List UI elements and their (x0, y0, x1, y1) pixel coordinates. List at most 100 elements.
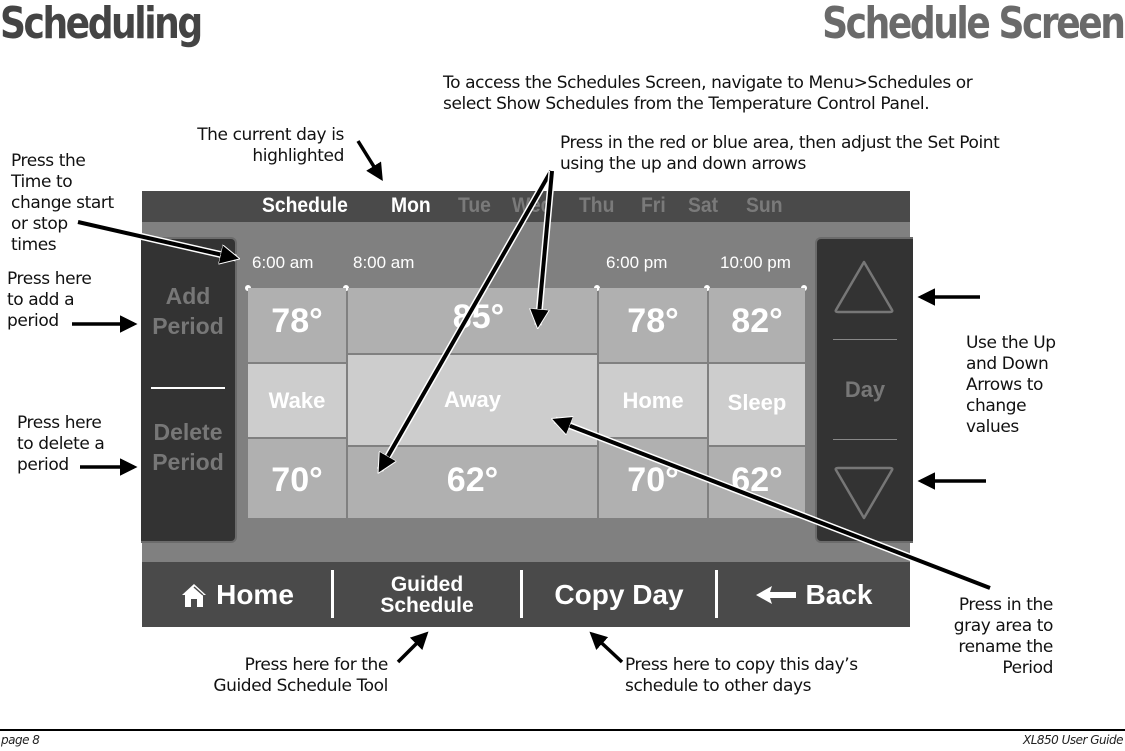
period-time-home[interactable]: 6:00 pm (606, 253, 667, 273)
note-line: Press in the (958, 595, 1054, 615)
home-button[interactable]: Home (142, 562, 332, 627)
thermostat-schedule-screen: Schedule Mon Tue Wed Thu Fri Sat Sun Add… (141, 191, 913, 627)
day-tab-sun[interactable]: Sun (746, 194, 782, 218)
period-name-sleep[interactable]: Sleep (709, 364, 805, 445)
note-line: Period (1002, 658, 1053, 678)
note-rename: Press in the gray area to rename the Per… (930, 595, 1054, 679)
note-line: The current day is (197, 125, 344, 145)
note-line: or stop (11, 214, 68, 234)
note-arrows: Use the Up and Down Arrows to change val… (966, 333, 1056, 438)
period-time-away[interactable]: 8:00 am (353, 253, 414, 273)
divider (833, 439, 897, 440)
heat-setpoint-sleep[interactable]: 82° (709, 288, 805, 362)
note-line: times (11, 235, 57, 255)
arrow-left-icon (755, 585, 796, 604)
divider (151, 387, 225, 389)
back-button[interactable]: Back (718, 562, 910, 627)
period-time-sleep[interactable]: 10:00 pm (720, 253, 791, 273)
day-tab-wed[interactable]: Wed (512, 194, 552, 218)
note-line: period (7, 311, 59, 331)
note-line: to delete a (17, 434, 105, 454)
note-line: change (966, 396, 1027, 416)
back-label: Back (805, 578, 873, 610)
page-title-topic: Schedule Screen (821, 0, 1125, 49)
heat-setpoint-wake[interactable]: 78° (248, 288, 346, 362)
cool-setpoint-sleep[interactable]: 62° (709, 447, 805, 518)
note-line: Guided Schedule Tool (213, 676, 388, 696)
note-line: Press here for the (244, 655, 389, 675)
day-tab-thu[interactable]: Thu (579, 194, 614, 218)
note-line: select Show Schedules from the Temperatu… (443, 94, 930, 114)
day-tab-tue[interactable]: Tue (458, 194, 491, 218)
note-line: Time to (11, 172, 73, 192)
period-name-home[interactable]: Home (599, 364, 707, 437)
note-set-point: Press in the red or blue area, then adju… (560, 133, 1000, 175)
note-current-day: The current day is highlighted (170, 125, 344, 167)
period-name-wake[interactable]: Wake (248, 364, 346, 437)
period-time-wake[interactable]: 6:00 am (252, 253, 313, 273)
note-access: To access the Schedules Screen, navigate… (443, 73, 973, 115)
footer-rule (0, 729, 1125, 731)
day-selector-label[interactable]: Day (817, 375, 913, 405)
guided-label: Schedule (380, 593, 474, 617)
guided-schedule-button[interactable]: Guided Schedule (334, 562, 520, 627)
day-tab-mon[interactable]: Mon (391, 194, 431, 218)
add-period-label: Period (152, 313, 224, 339)
page-title-section: Scheduling (0, 0, 203, 49)
note-time: Press the Time to change start or stop t… (11, 151, 114, 256)
house-icon (182, 583, 207, 607)
note-line: Press the (11, 151, 86, 171)
note-line: rename the (958, 637, 1053, 657)
period-name-away[interactable]: Away (348, 355, 597, 445)
cool-setpoint-wake[interactable]: 70° (248, 439, 346, 518)
note-line: Press here (7, 269, 92, 289)
delete-period-label: Delete (153, 419, 223, 445)
add-period-label: Add (165, 283, 211, 309)
add-period-button[interactable]: Add Period (141, 281, 235, 341)
note-line: using the up and down arrows (560, 154, 806, 174)
note-line: values (966, 417, 1019, 437)
arrow-to-guided-schedule (396, 631, 429, 664)
note-line: to add a (7, 290, 75, 310)
note-line: Press here (17, 413, 102, 433)
copy-day-label: Copy Day (554, 578, 684, 610)
delete-period-button[interactable]: Delete Period (141, 417, 235, 477)
heat-setpoint-away[interactable]: 85° (348, 288, 597, 353)
divider (833, 339, 897, 340)
value-adjust-panel: Day (815, 237, 913, 543)
day-tab-fri[interactable]: Fri (641, 194, 666, 218)
period-panel: Add Period Delete Period (141, 237, 237, 543)
guide-title: XL850 User Guide (1022, 733, 1124, 747)
note-line: change start (11, 193, 114, 213)
note-line: period (17, 455, 69, 475)
triangle-up-icon[interactable] (833, 259, 895, 315)
guided-label: Guided (390, 572, 464, 596)
arrow-to-copy-day (589, 631, 624, 664)
note-line: Arrows to (966, 375, 1043, 395)
note-guided: Press here for the Guided Schedule Tool (170, 655, 388, 697)
heat-setpoint-home[interactable]: 78° (599, 288, 707, 362)
schedule-label: Schedule (262, 194, 348, 217)
note-line: and Down (966, 354, 1049, 374)
home-label: Home (216, 578, 294, 610)
cool-setpoint-away[interactable]: 62° (348, 447, 597, 518)
day-tab-sat[interactable]: Sat (688, 194, 718, 218)
note-delete-period: Press here to delete a period (17, 413, 105, 476)
delete-period-label: Period (152, 449, 224, 475)
copy-day-button[interactable]: Copy Day (523, 562, 715, 627)
day-header: Schedule Mon Tue Wed Thu Fri Sat Sun (142, 191, 910, 222)
note-line: gray area to (953, 616, 1054, 636)
page-number: page 8 (1, 733, 40, 747)
note-line: highlighted (252, 146, 344, 166)
note-line: Press here to copy this day’s (625, 655, 858, 675)
bottom-nav-bar: Home Guided Schedule Copy Day Back (142, 562, 910, 627)
note-line: schedule to other days (625, 676, 812, 696)
note-line: Use the Up (966, 333, 1056, 353)
cool-setpoint-home[interactable]: 70° (599, 439, 707, 518)
triangle-down-icon[interactable] (833, 465, 895, 521)
note-add-period: Press here to add a period (7, 269, 92, 332)
note-copy: Press here to copy this day’s schedule t… (625, 655, 858, 697)
note-line: To access the Schedules Screen, navigate… (443, 73, 973, 93)
arrow-to-current-day (356, 140, 383, 181)
note-line: Press in the red or blue area, then adju… (560, 133, 1000, 153)
